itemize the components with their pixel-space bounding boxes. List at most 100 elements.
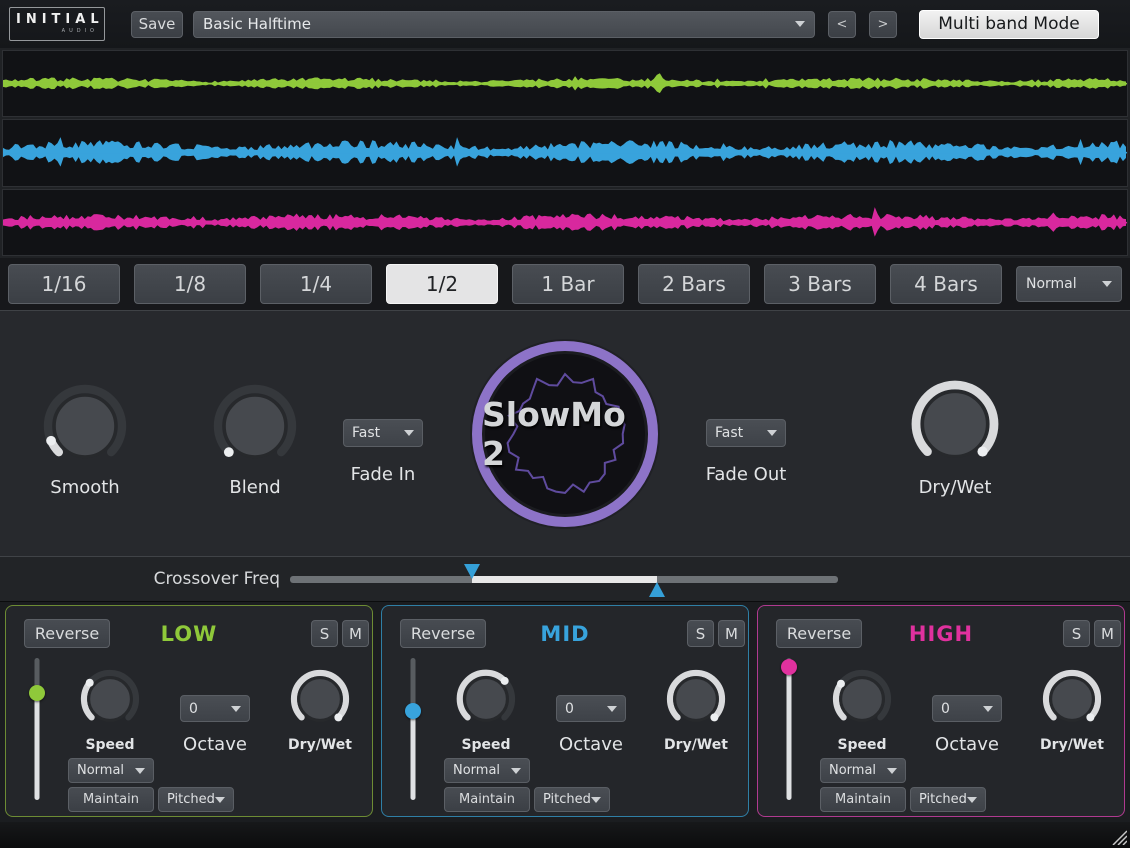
division-button-1-4[interactable]: 1/4: [260, 264, 372, 304]
fade-out-select[interactable]: Fast: [706, 419, 786, 447]
mid-dry-wet-knob[interactable]: [665, 668, 727, 734]
high-mute-button[interactable]: M: [1094, 620, 1121, 647]
band-panel-high: Reverse HIGH S M Speed 0 Octave Dry/Wet …: [757, 605, 1125, 817]
chevron-down-icon: [511, 768, 521, 774]
crossover-slider-track[interactable]: [290, 576, 838, 583]
low-mode-select[interactable]: Normal: [68, 758, 154, 783]
mid-octave-value: 0: [565, 701, 574, 717]
low-octave-value: 0: [189, 701, 198, 717]
crossover-freq-label: Crossover Freq: [0, 557, 280, 601]
division-button-2-bars[interactable]: 2 Bars: [638, 264, 750, 304]
division-button-4-bars[interactable]: 4 Bars: [890, 264, 1002, 304]
mid-high-crossover-handle[interactable]: [649, 582, 665, 597]
save-button[interactable]: Save: [131, 11, 183, 38]
crossover-active-range: [472, 576, 657, 583]
smooth-knob[interactable]: [43, 384, 127, 472]
band-panels-section: Reverse LOW S M Speed 0 Octave Dry/Wet N…: [0, 602, 1130, 822]
low-mute-button[interactable]: M: [342, 620, 369, 647]
low-solo-button[interactable]: S: [311, 620, 338, 647]
top-bar: INITIAL AUDIO Save Basic Halftime < > Mu…: [0, 0, 1130, 48]
low-octave-select[interactable]: 0: [180, 695, 250, 722]
prev-preset-button[interactable]: <: [828, 11, 856, 38]
low-pitch-select[interactable]: Pitched: [158, 787, 234, 812]
chevron-down-icon: [607, 706, 617, 712]
fade-out-value: Fast: [715, 425, 743, 441]
dry-wet-knob[interactable]: [911, 380, 999, 472]
chevron-down-icon: [887, 768, 897, 774]
blend-label: Blend: [185, 477, 325, 498]
mid-speed-knob[interactable]: [455, 668, 517, 734]
mid-mode-value: Normal: [453, 763, 500, 778]
bottom-bar: [0, 822, 1130, 848]
mid-maintain-button[interactable]: Maintain: [444, 787, 530, 812]
next-preset-button[interactable]: >: [869, 11, 897, 38]
high-speed-knob[interactable]: [831, 668, 893, 734]
fade-in-control: Fast Fade In: [323, 419, 443, 485]
fade-in-label: Fade In: [323, 464, 443, 485]
fade-out-control: Fast Fade Out: [686, 419, 806, 485]
low-mid-crossover-handle[interactable]: [464, 564, 480, 579]
fade-out-label: Fade Out: [686, 464, 806, 485]
low-speed-knob[interactable]: [79, 668, 141, 734]
division-button-1-bar[interactable]: 1 Bar: [512, 264, 624, 304]
division-button-1-2[interactable]: 1/2: [386, 264, 498, 304]
high-dry-wet-knob[interactable]: [1041, 668, 1103, 734]
high-pitch-select[interactable]: Pitched: [910, 787, 986, 812]
division-button-3-bars[interactable]: 3 Bars: [764, 264, 876, 304]
note-division-row: 1/16 1/8 1/4 1/2 1 Bar 2 Bars 3 Bars 4 B…: [0, 258, 1130, 310]
high-pitch-value: Pitched: [919, 792, 967, 807]
band-panel-mid: Reverse MID S M Speed 0 Octave Dry/Wet N…: [381, 605, 749, 817]
mid-pitch-select[interactable]: Pitched: [534, 787, 610, 812]
multi-band-mode-button[interactable]: Multi band Mode: [919, 10, 1099, 39]
main-controls-section: Smooth Blend Fast Fade In SlowMo 2 Fast …: [0, 310, 1130, 556]
initial-audio-logo: INITIAL AUDIO: [9, 7, 105, 41]
playback-mode-value: Normal: [1026, 276, 1077, 292]
fade-in-select[interactable]: Fast: [343, 419, 423, 447]
mid-octave-select[interactable]: 0: [556, 695, 626, 722]
division-button-1-16[interactable]: 1/16: [8, 264, 120, 304]
preset-value: Basic Halftime: [203, 15, 311, 33]
high-octave-label: Octave: [907, 734, 1027, 755]
waveform-lane-mid: [2, 119, 1128, 186]
mid-mute-button[interactable]: M: [718, 620, 745, 647]
smooth-label: Smooth: [15, 477, 155, 498]
chevron-down-icon: [967, 797, 977, 803]
mid-mode-select[interactable]: Normal: [444, 758, 530, 783]
low-octave-label: Octave: [155, 734, 275, 755]
slowmo2-logo: SlowMo 2: [472, 341, 658, 527]
chevron-down-icon: [215, 797, 225, 803]
playback-mode-select[interactable]: Normal: [1016, 266, 1122, 302]
dry-wet-control: Dry/Wet: [885, 380, 1025, 498]
mid-speed-label: Speed: [426, 737, 546, 753]
low-dry-wet-label: Dry/Wet: [260, 737, 380, 753]
slowmo2-logo-text: SlowMo 2: [482, 395, 648, 473]
low-maintain-button[interactable]: Maintain: [68, 787, 154, 812]
preset-select[interactable]: Basic Halftime: [193, 11, 815, 38]
mid-level-slider[interactable]: [400, 658, 426, 800]
high-octave-value: 0: [941, 701, 950, 717]
low-mode-value: Normal: [77, 763, 124, 778]
low-level-slider[interactable]: [24, 658, 50, 800]
blend-knob[interactable]: [213, 384, 297, 472]
mid-dry-wet-label: Dry/Wet: [636, 737, 756, 753]
blend-control: Blend: [185, 384, 325, 498]
low-waveform-graphic: [3, 51, 1127, 116]
resize-grip-icon[interactable]: [1109, 827, 1127, 845]
chevron-down-icon: [231, 706, 241, 712]
high-solo-button[interactable]: S: [1063, 620, 1090, 647]
logo-main-text: INITIAL: [16, 12, 98, 27]
high-maintain-button[interactable]: Maintain: [820, 787, 906, 812]
high-octave-select[interactable]: 0: [932, 695, 1002, 722]
smooth-control: Smooth: [15, 384, 155, 498]
band-panel-low: Reverse LOW S M Speed 0 Octave Dry/Wet N…: [5, 605, 373, 817]
mid-pitch-value: Pitched: [543, 792, 591, 807]
mid-solo-button[interactable]: S: [687, 620, 714, 647]
division-button-1-8[interactable]: 1/8: [134, 264, 246, 304]
low-dry-wet-knob[interactable]: [289, 668, 351, 734]
high-mode-select[interactable]: Normal: [820, 758, 906, 783]
high-speed-label: Speed: [802, 737, 922, 753]
high-waveform-graphic: [3, 190, 1127, 255]
mid-waveform-graphic: [3, 120, 1127, 185]
fade-in-value: Fast: [352, 425, 380, 441]
high-level-slider[interactable]: [776, 658, 802, 800]
